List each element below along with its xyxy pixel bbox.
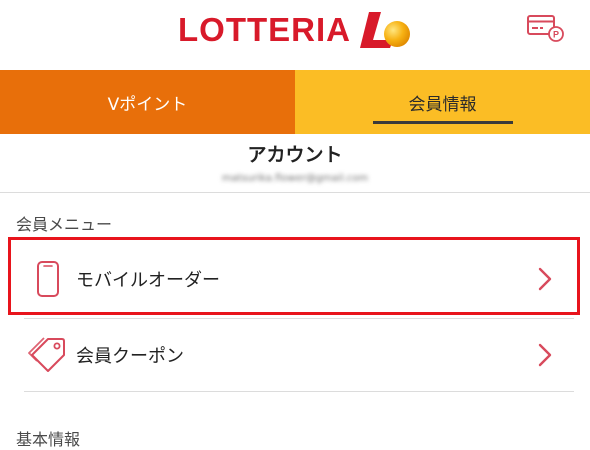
lotteria-l-mark-icon: [359, 12, 410, 48]
brand-name: LOTTERIA: [178, 11, 351, 48]
lotteria-logo: LOTTERIA: [178, 8, 415, 52]
basic-info-heading: 基本情報: [16, 430, 81, 449]
account-email: matsurika.flower@gmail.com: [221, 173, 369, 184]
tab-member-info-label: 会員情報: [408, 94, 477, 115]
account-title: アカウント: [247, 144, 343, 166]
mobile-order-label: モバイルオーダー: [76, 270, 220, 291]
tab-bar: Vポイント 会員情報: [0, 70, 590, 134]
member-coupon-row[interactable]: 会員クーポン: [24, 319, 590, 391]
membership-card-icon[interactable]: P: [526, 13, 566, 43]
member-menu-heading: 会員メニュー: [16, 215, 113, 234]
tab-member-info[interactable]: 会員情報: [295, 70, 590, 134]
svg-text:P: P: [553, 30, 559, 40]
account-section: アカウント matsurika.flower@gmail.com: [0, 134, 590, 193]
app-header: LOTTERIA P: [0, 0, 590, 70]
chevron-right-icon: [530, 243, 560, 315]
smartphone-icon: [24, 243, 72, 315]
active-tab-indicator: [373, 121, 513, 124]
member-coupon-label: 会員クーポン: [76, 346, 184, 367]
mobile-order-row[interactable]: モバイルオーダー: [24, 243, 590, 315]
row-divider: [24, 391, 574, 392]
coupon-tag-icon: [24, 319, 72, 391]
tab-vpoint-label: Vポイント: [107, 94, 188, 115]
chevron-right-icon: [530, 319, 560, 391]
tab-vpoint[interactable]: Vポイント: [0, 70, 295, 134]
